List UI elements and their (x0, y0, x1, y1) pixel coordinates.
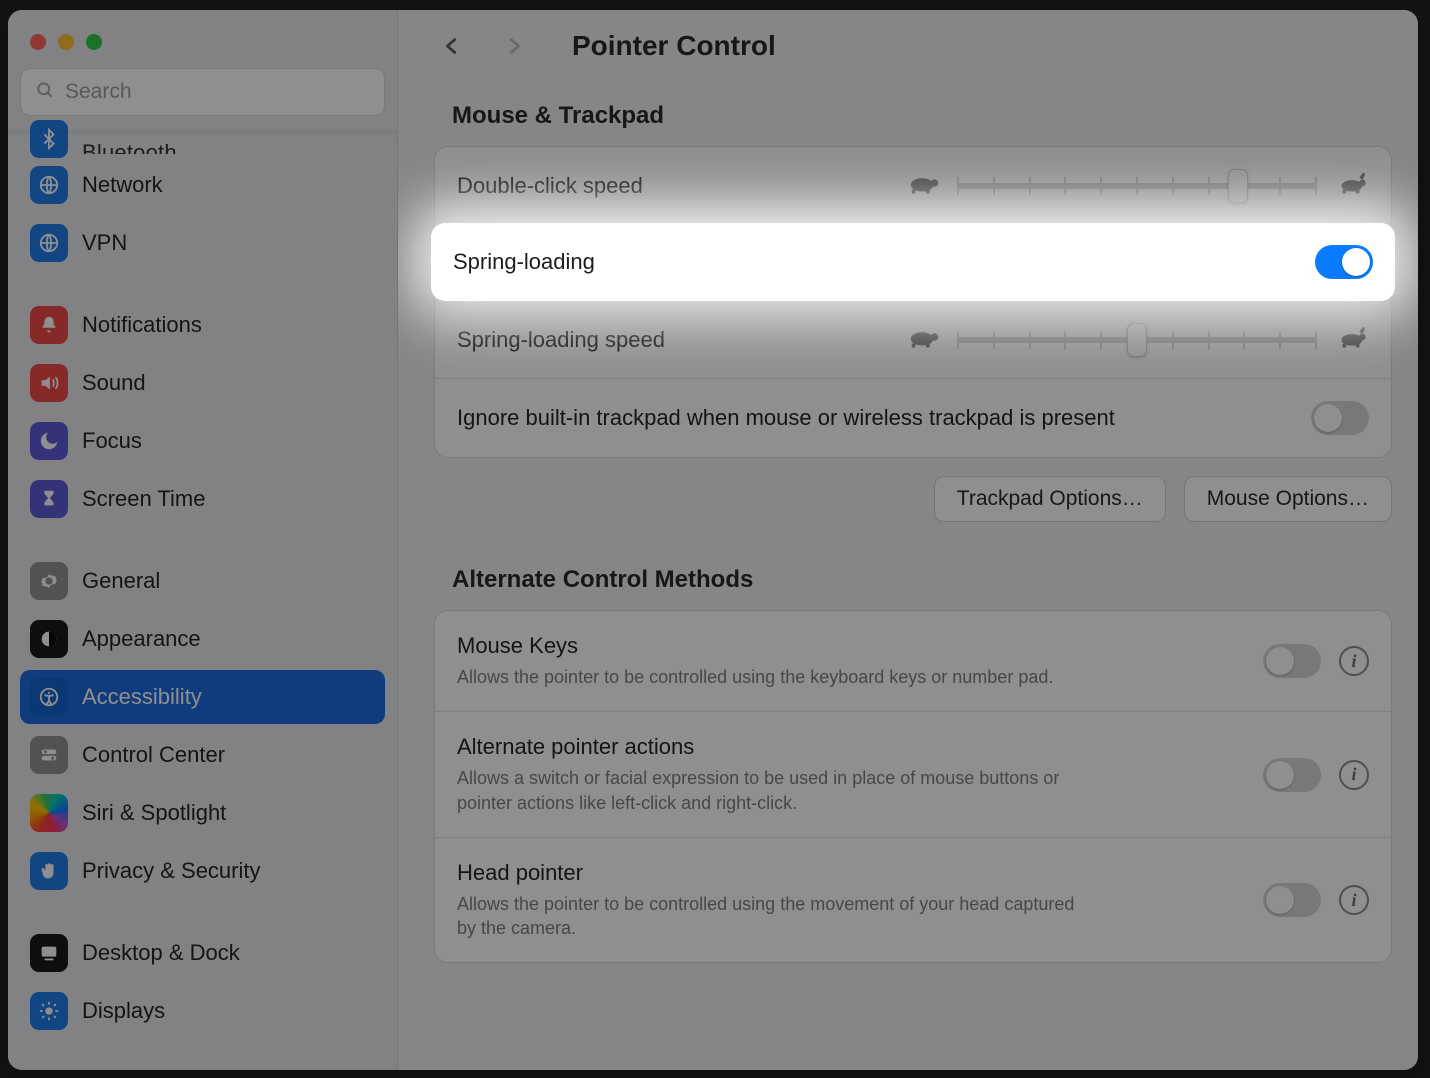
rabbit-icon (1331, 323, 1369, 356)
sidebar-item-label: Accessibility (82, 684, 202, 710)
search-input[interactable] (65, 80, 370, 104)
sidebar: Bluetooth Network VPN Notifications (8, 10, 398, 1070)
switches-icon (30, 736, 68, 774)
double-click-speed-slider[interactable] (792, 169, 1369, 202)
ignore-trackpad-label: Ignore built-in trackpad when mouse or w… (457, 405, 1115, 431)
sidebar-item-label: Desktop & Dock (82, 940, 240, 966)
ignore-trackpad-row: Ignore built-in trackpad when mouse or w… (435, 378, 1391, 457)
window-controls (20, 28, 385, 68)
sidebar-item-label: Privacy & Security (82, 858, 261, 884)
double-click-speed-label: Double-click speed (457, 173, 643, 199)
spring-loading-speed-row: Spring-loading speed (435, 300, 1391, 378)
sidebar-item-label: Bluetooth (82, 140, 177, 154)
gear-icon (30, 562, 68, 600)
sidebar-item-controlcenter[interactable]: Control Center (20, 728, 385, 782)
spring-loading-toggle[interactable] (1315, 245, 1373, 279)
section-alternate-methods: Alternate Control Methods (452, 566, 1398, 594)
minimize-window-button[interactable] (58, 34, 74, 50)
siri-icon (30, 794, 68, 832)
moon-icon (30, 422, 68, 460)
double-click-speed-row: Double-click speed (435, 147, 1391, 224)
sidebar-item-label: Network (82, 172, 163, 198)
sidebar-item-label: Appearance (82, 626, 201, 652)
bell-icon (30, 306, 68, 344)
alternate-pointer-actions-toggle[interactable] (1263, 758, 1321, 792)
zoom-window-button[interactable] (86, 34, 102, 50)
accessibility-icon (30, 678, 68, 716)
speaker-icon (30, 364, 68, 402)
sidebar-item-label: Control Center (82, 742, 225, 768)
sidebar-item-label: General (82, 568, 160, 594)
rabbit-icon (1331, 169, 1369, 202)
turtle-icon (905, 323, 943, 356)
sidebar-item-sound[interactable]: Sound (20, 356, 385, 410)
sidebar-item-displays[interactable]: Displays (20, 984, 385, 1038)
sidebar-item-screentime[interactable]: Screen Time (20, 472, 385, 526)
sidebar-item-siri[interactable]: Siri & Spotlight (20, 786, 385, 840)
search-icon (35, 80, 55, 105)
mouse-keys-label: Mouse Keys (457, 633, 1235, 659)
sidebar-item-label: Displays (82, 998, 165, 1024)
alternate-pointer-actions-label: Alternate pointer actions (457, 734, 1235, 760)
forward-button[interactable] (496, 28, 532, 64)
sidebar-nav: Bluetooth Network VPN Notifications (20, 136, 385, 1038)
alternate-pointer-actions-description: Allows a switch or facial expression to … (457, 766, 1077, 815)
settings-window: Bluetooth Network VPN Notifications (8, 10, 1418, 1070)
head-pointer-toggle[interactable] (1263, 883, 1321, 917)
spring-loading-speed-label: Spring-loading speed (457, 327, 665, 353)
spring-loading-speed-slider[interactable] (803, 323, 1369, 356)
globe-icon (30, 166, 68, 204)
mouse-keys-description: Allows the pointer to be controlled usin… (457, 665, 1077, 689)
alternate-pointer-actions-row: Alternate pointer actions Allows a switc… (435, 711, 1391, 837)
turtle-icon (905, 169, 943, 202)
globe-icon (30, 224, 68, 262)
sidebar-item-privacy[interactable]: Privacy & Security (20, 844, 385, 898)
page-title: Pointer Control (572, 30, 776, 62)
spring-loading-row: Spring-loading (431, 223, 1395, 301)
hand-icon (30, 852, 68, 890)
sidebar-item-network[interactable]: Network (20, 158, 385, 212)
sidebar-item-label: Focus (82, 428, 142, 454)
info-icon[interactable]: i (1339, 760, 1369, 790)
sidebar-item-label: Screen Time (82, 486, 206, 512)
titlebar: Pointer Control (434, 28, 1398, 88)
info-icon[interactable]: i (1339, 646, 1369, 676)
head-pointer-description: Allows the pointer to be controlled usin… (457, 892, 1077, 941)
alternate-methods-card: Mouse Keys Allows the pointer to be cont… (434, 610, 1392, 963)
dock-icon (30, 934, 68, 972)
options-button-row: Trackpad Options… Mouse Options… (434, 476, 1392, 522)
mouse-keys-row: Mouse Keys Allows the pointer to be cont… (435, 611, 1391, 711)
mouse-trackpad-card: Double-click speed Spring (434, 146, 1392, 458)
bluetooth-icon (30, 120, 68, 158)
sidebar-item-label: VPN (82, 230, 127, 256)
brightness-icon (30, 992, 68, 1030)
spring-loading-label: Spring-loading (453, 249, 595, 275)
hourglass-icon (30, 480, 68, 518)
sidebar-item-label: Notifications (82, 312, 202, 338)
sidebar-item-label: Siri & Spotlight (82, 800, 226, 826)
mouse-options-button[interactable]: Mouse Options… (1184, 476, 1392, 522)
sidebar-item-accessibility[interactable]: Accessibility (20, 670, 385, 724)
sidebar-item-desktopdock[interactable]: Desktop & Dock (20, 926, 385, 980)
sidebar-item-appearance[interactable]: Appearance (20, 612, 385, 666)
section-mouse-trackpad: Mouse & Trackpad (452, 102, 1398, 130)
ignore-trackpad-toggle[interactable] (1311, 401, 1369, 435)
sidebar-item-notifications[interactable]: Notifications (20, 298, 385, 352)
trackpad-options-button[interactable]: Trackpad Options… (934, 476, 1166, 522)
head-pointer-row: Head pointer Allows the pointer to be co… (435, 837, 1391, 963)
sidebar-item-focus[interactable]: Focus (20, 414, 385, 468)
back-button[interactable] (434, 28, 470, 64)
head-pointer-label: Head pointer (457, 860, 1235, 886)
sidebar-item-general[interactable]: General (20, 554, 385, 608)
appearance-icon (30, 620, 68, 658)
info-icon[interactable]: i (1339, 885, 1369, 915)
sidebar-item-label: Sound (82, 370, 146, 396)
close-window-button[interactable] (30, 34, 46, 50)
sidebar-item-vpn[interactable]: VPN (20, 216, 385, 270)
main-pane: Pointer Control Mouse & Trackpad Double-… (398, 10, 1418, 1070)
mouse-keys-toggle[interactable] (1263, 644, 1321, 678)
search-field[interactable] (20, 68, 385, 116)
